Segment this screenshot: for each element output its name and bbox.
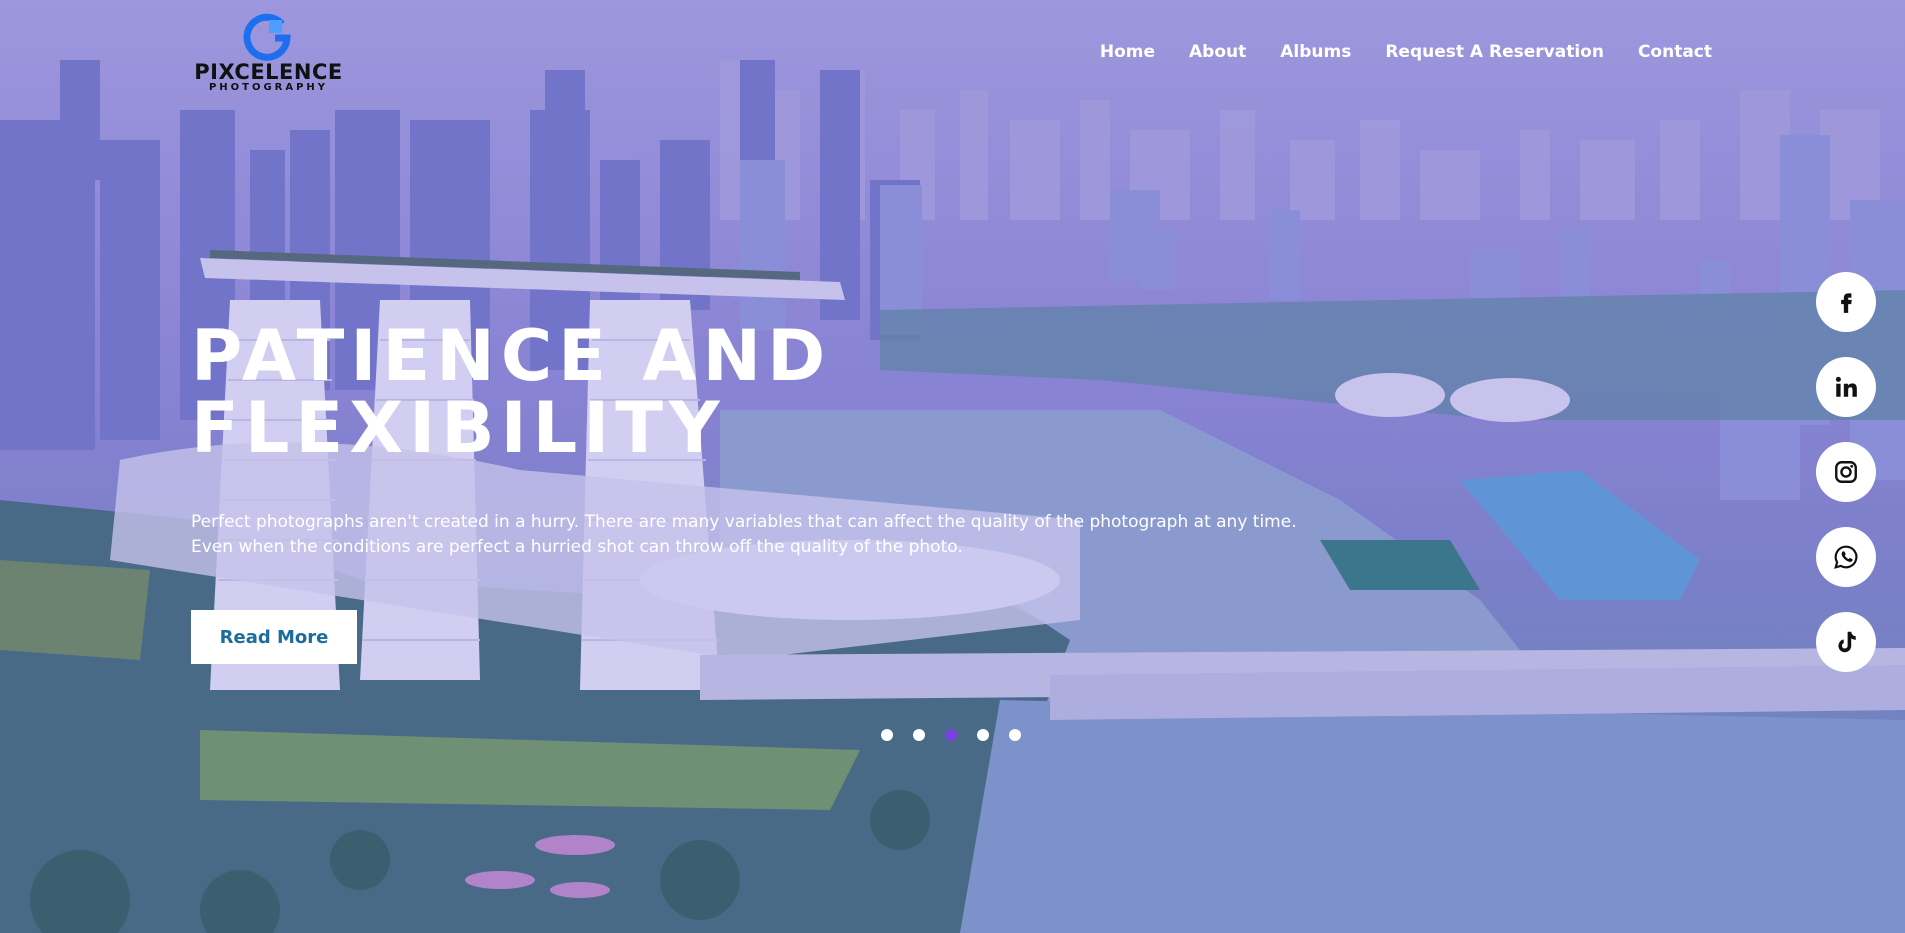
slider-dot-2[interactable] [913, 729, 925, 741]
nav-about[interactable]: About [1189, 42, 1246, 62]
linkedin-button[interactable] [1816, 357, 1876, 417]
read-more-button[interactable]: Read More [191, 610, 357, 664]
nav-albums[interactable]: Albums [1280, 42, 1351, 62]
slider-dot-5[interactable] [1009, 729, 1021, 741]
main-nav: Home About Albums Request A Reservation … [1100, 42, 1712, 62]
hero-description-line-2: Even when the conditions are perfect a h… [191, 537, 963, 557]
hero-description: Perfect photographs aren't created in a … [191, 510, 1297, 560]
brand-name: PIXCELENCE [194, 60, 343, 84]
facebook-icon [1841, 293, 1852, 313]
social-links [1816, 272, 1876, 672]
hero-headline: PATIENCE AND FLEXIBILITY [191, 320, 831, 464]
tiktok-button[interactable] [1816, 612, 1876, 672]
facebook-button[interactable] [1816, 272, 1876, 332]
nav-contact[interactable]: Contact [1638, 42, 1712, 62]
instagram-icon [1835, 461, 1857, 483]
hero-description-line-1: Perfect photographs aren't created in a … [191, 512, 1297, 532]
slider-dot-4[interactable] [977, 729, 989, 741]
slider-pagination [881, 729, 1021, 741]
nav-request-reservation[interactable]: Request A Reservation [1385, 42, 1604, 62]
hero-headline-line-1: PATIENCE AND [191, 315, 832, 397]
slider-dot-3-active[interactable] [945, 729, 957, 741]
linkedin-icon [1835, 376, 1857, 397]
instagram-button[interactable] [1816, 442, 1876, 502]
brand-logo[interactable]: PIXCELENCE PHOTOGRAPHY [191, 12, 346, 96]
whatsapp-button[interactable] [1816, 527, 1876, 587]
nav-home[interactable]: Home [1100, 42, 1155, 62]
tiktok-icon [1838, 631, 1856, 653]
whatsapp-icon [1834, 545, 1858, 569]
logo-mark-icon [243, 13, 291, 61]
brand-tagline: PHOTOGRAPHY [208, 82, 329, 93]
slider-dot-1[interactable] [881, 729, 893, 741]
hero-headline-line-2: FLEXIBILITY [191, 387, 726, 469]
